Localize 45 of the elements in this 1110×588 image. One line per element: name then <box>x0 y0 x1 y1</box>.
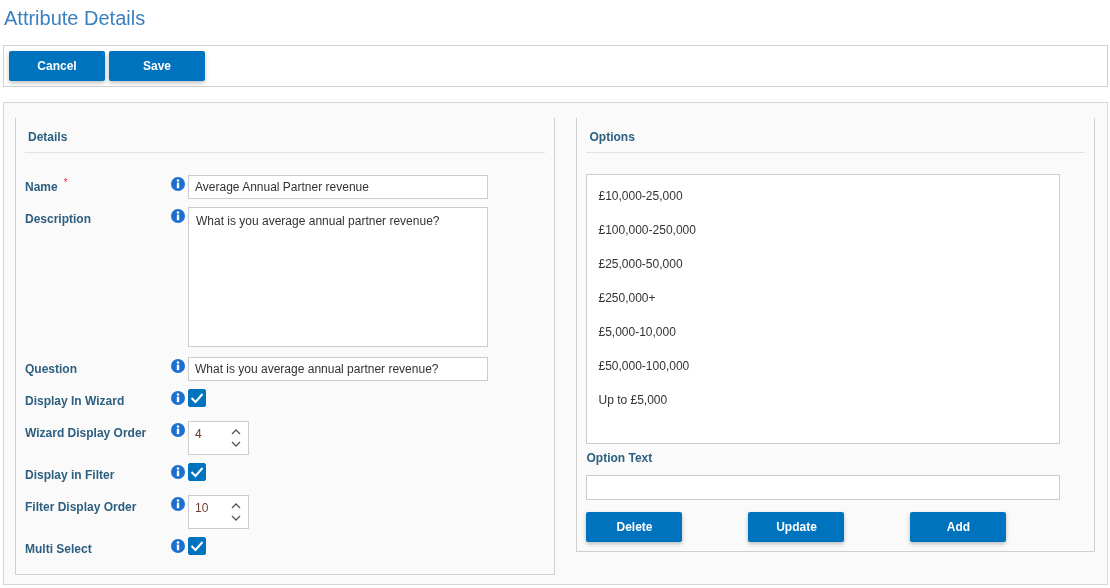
options-list[interactable]: £10,000-25,000 £100,000-250,000 £25,000-50,000 £250,000+ £5,000-10,000 £50,000-100,000 Up to £5,000 <box>586 174 1061 444</box>
text-field[interactable]: What is you average annual partner revenue? <box>188 357 488 381</box>
field-label: Option Text <box>586 451 653 465</box>
page-title: Attribute Details <box>3 6 147 31</box>
field-label: Name <box>25 179 58 194</box>
checkbox[interactable] <box>188 463 206 481</box>
option-text-field[interactable] <box>586 475 1061 500</box>
checkbox[interactable] <box>188 389 206 407</box>
number-field[interactable]: 4 <box>188 421 249 455</box>
info-icon[interactable] <box>171 177 185 191</box>
option-item[interactable]: £10,000-25,000 <box>598 179 1060 213</box>
text-field[interactable]: Average Annual Partner revenue <box>188 175 488 199</box>
update-button[interactable]: Update <box>748 512 845 542</box>
info-icon[interactable] <box>171 359 185 373</box>
option-item[interactable]: £250,000+ <box>598 281 1060 315</box>
number-field[interactable]: 10 <box>188 495 249 529</box>
option-item[interactable]: £25,000-50,000 <box>598 247 1060 281</box>
info-icon[interactable] <box>171 465 185 479</box>
field-label: Multi Select <box>25 541 92 556</box>
info-icon[interactable] <box>171 391 185 405</box>
option-item[interactable]: £50,000-100,000 <box>598 349 1060 383</box>
option-item[interactable]: £5,000-10,000 <box>598 315 1060 349</box>
field-label: Question <box>25 361 77 376</box>
option-item[interactable]: Up to £5,000 <box>598 383 1060 417</box>
field-label: Display In Wizard <box>25 393 125 408</box>
field-label: Description <box>25 211 91 226</box>
spinner-icon[interactable] <box>230 427 242 449</box>
delete-button[interactable]: Delete <box>586 512 683 542</box>
spinner-icon[interactable] <box>230 501 242 523</box>
save-button[interactable]: Save <box>109 51 205 81</box>
add-button[interactable]: Add <box>910 512 1007 542</box>
description-field[interactable]: What is you average annual partner revenue? <box>188 207 488 347</box>
checkbox[interactable] <box>188 537 206 555</box>
option-item[interactable]: £100,000-250,000 <box>598 213 1060 247</box>
field-label: Filter Display Order <box>25 499 137 514</box>
info-icon[interactable] <box>171 209 185 223</box>
info-icon[interactable] <box>171 497 185 511</box>
field-label: Display in Filter <box>25 467 115 482</box>
cancel-button[interactable]: Cancel <box>9 51 105 81</box>
required-mark: * <box>63 176 68 188</box>
section-title: Options <box>589 130 635 144</box>
info-icon[interactable] <box>171 423 185 437</box>
section-title: Details <box>28 130 68 144</box>
field-label: Wizard Display Order <box>25 425 147 440</box>
info-icon[interactable] <box>171 539 185 553</box>
